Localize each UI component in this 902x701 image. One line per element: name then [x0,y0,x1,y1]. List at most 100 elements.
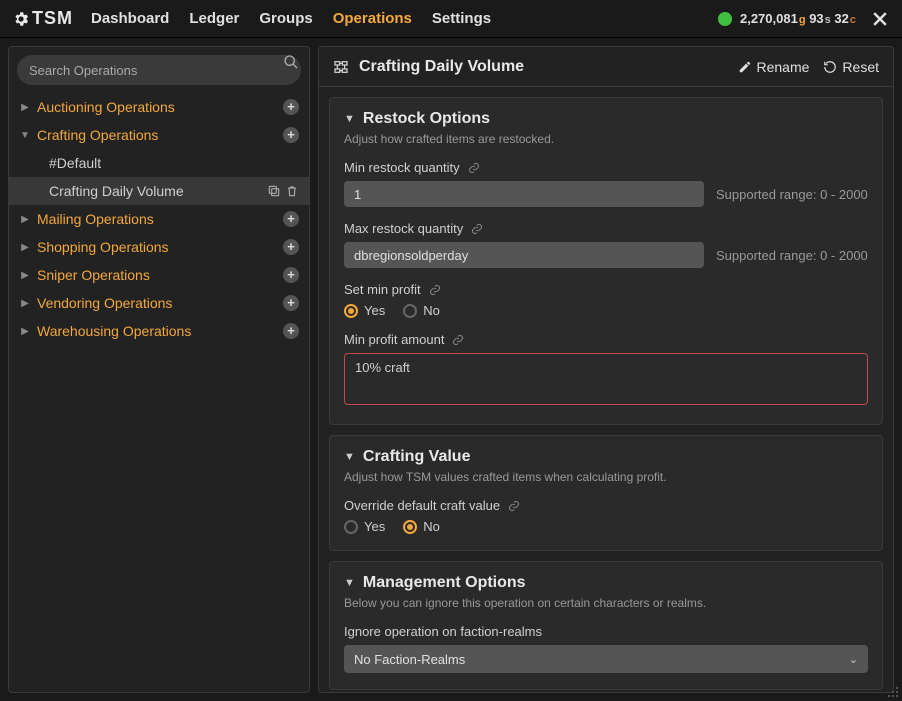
radio-yes[interactable]: Yes [344,303,385,318]
gold-display: 2,270,081g 93s 32c [740,11,856,26]
min-profit-amount-field: Min profit amount [344,332,868,408]
resize-grip-icon[interactable] [884,683,900,699]
field-label: Min profit amount [344,332,444,347]
chevron-down-icon: ⌄ [849,653,858,666]
radio-no[interactable]: No [403,519,440,534]
category-label: Mailing Operations [37,211,283,227]
section-header[interactable]: ▼ Management Options [344,574,868,592]
nav-operations[interactable]: Operations [333,10,412,27]
field-label: Override default craft value [344,498,500,513]
operation-default[interactable]: #Default [9,149,309,177]
link-icon[interactable] [508,500,520,512]
chevron-right-icon: ▶ [19,270,31,281]
radio-label: No [423,519,440,534]
rename-button[interactable]: Rename [738,59,810,75]
radio-icon [403,304,417,318]
field-label: Set min profit [344,282,421,297]
radio-icon [344,304,358,318]
range-hint: Supported range: 0 - 2000 [716,187,868,202]
faction-realms-select[interactable]: No Faction-Realms ⌄ [344,645,868,673]
main-body[interactable]: ▼ Restock Options Adjust how crafted ite… [319,87,893,692]
link-icon[interactable] [468,162,480,174]
max-restock-input[interactable] [344,242,704,268]
category-crafting[interactable]: ▼ Crafting Operations + [9,121,309,149]
add-icon[interactable]: + [283,239,299,255]
section-title: Crafting Value [363,448,471,466]
section-header[interactable]: ▼ Restock Options [344,110,868,128]
crafting-value-section: ▼ Crafting Value Adjust how TSM values c… [329,435,883,551]
gold-amount: 2,270,081 [740,11,798,26]
link-icon[interactable] [452,334,464,346]
search-input[interactable] [17,55,301,85]
nav-settings[interactable]: Settings [432,10,491,27]
category-warehousing[interactable]: ▶ Warehousing Operations + [9,317,309,345]
nav-dashboard[interactable]: Dashboard [91,10,169,27]
min-restock-field: Min restock quantity Supported range: 0 … [344,160,868,207]
override-craft-value-field: Override default craft value Yes No [344,498,868,534]
ignore-faction-realms-field: Ignore operation on faction-realms No Fa… [344,624,868,673]
reset-button[interactable]: Reset [823,59,879,75]
topbar: TSM Dashboard Ledger Groups Operations S… [0,0,902,38]
operation-label: Crafting Daily Volume [49,183,267,199]
pencil-icon [738,60,752,74]
category-label: Sniper Operations [37,267,283,283]
chevron-right-icon: ▶ [19,298,31,309]
add-icon[interactable]: + [283,99,299,115]
close-icon [870,9,890,29]
copy-icon[interactable] [267,184,281,198]
radio-no[interactable]: No [403,303,440,318]
close-button[interactable] [870,9,890,29]
category-shopping[interactable]: ▶ Shopping Operations + [9,233,309,261]
radio-label: No [423,303,440,318]
category-vendoring[interactable]: ▶ Vendoring Operations + [9,289,309,317]
operation-icon [333,59,349,75]
nav-ledger[interactable]: Ledger [189,10,239,27]
category-label: Vendoring Operations [37,295,283,311]
silver-amount: 93 [809,11,823,26]
add-icon[interactable]: + [283,323,299,339]
section-title: Restock Options [363,110,490,128]
app-logo: TSM [12,8,73,29]
field-label: Ignore operation on faction-realms [344,624,542,639]
radio-yes[interactable]: Yes [344,519,385,534]
chevron-right-icon: ▶ [19,214,31,225]
section-desc: Adjust how crafted items are restocked. [344,132,868,146]
topbar-right: 2,270,081g 93s 32c [718,9,890,29]
chevron-right-icon: ▶ [19,242,31,253]
min-restock-input[interactable] [344,181,704,207]
restock-section: ▼ Restock Options Adjust how crafted ite… [329,97,883,425]
chevron-down-icon: ▼ [344,113,355,125]
nav-groups[interactable]: Groups [259,10,312,27]
sidebar: ▶ Auctioning Operations + ▼ Crafting Ope… [8,46,310,693]
category-auctioning[interactable]: ▶ Auctioning Operations + [9,93,309,121]
operation-crafting-daily-volume[interactable]: Crafting Daily Volume [9,177,309,205]
category-label: Shopping Operations [37,239,283,255]
trash-icon[interactable] [285,184,299,198]
add-icon[interactable]: + [283,211,299,227]
category-mailing[interactable]: ▶ Mailing Operations + [9,205,309,233]
copper-amount: 32 [834,11,848,26]
gear-icon [12,10,30,28]
category-sniper[interactable]: ▶ Sniper Operations + [9,261,309,289]
field-label: Max restock quantity [344,221,463,236]
set-min-profit-field: Set min profit Yes No [344,282,868,318]
status-indicator-icon [718,12,732,26]
field-label: Min restock quantity [344,160,460,175]
reset-label: Reset [842,59,879,75]
select-value: No Faction-Realms [354,652,465,667]
main-panel: Crafting Daily Volume Rename Reset ▼ Res… [318,46,894,693]
link-icon[interactable] [471,223,483,235]
min-profit-amount-input[interactable] [344,353,868,405]
reset-icon [823,60,837,74]
link-icon[interactable] [429,284,441,296]
category-label: Crafting Operations [37,127,283,143]
search-wrap [9,47,309,93]
main-nav: Dashboard Ledger Groups Operations Setti… [91,10,491,27]
add-icon[interactable]: + [283,295,299,311]
operations-tree: ▶ Auctioning Operations + ▼ Crafting Ope… [9,93,309,692]
category-label: Auctioning Operations [37,99,283,115]
add-icon[interactable]: + [283,267,299,283]
add-icon[interactable]: + [283,127,299,143]
row-actions [267,184,299,198]
section-header[interactable]: ▼ Crafting Value [344,448,868,466]
